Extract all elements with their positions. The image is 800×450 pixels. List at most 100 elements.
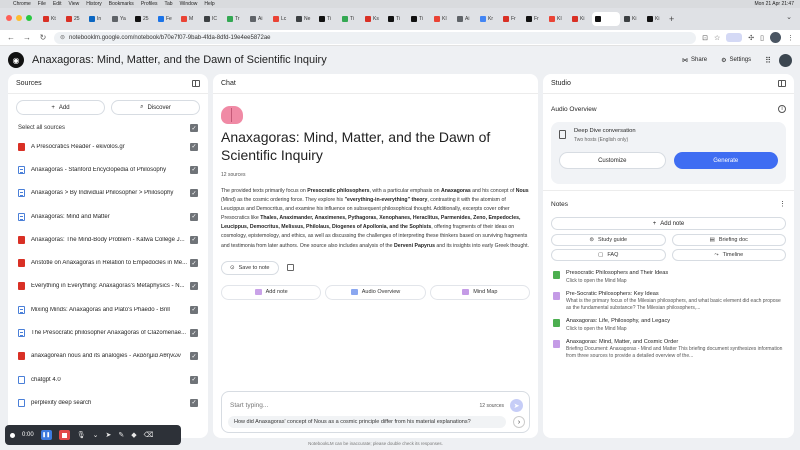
collapse-studio-icon[interactable] [778, 80, 786, 87]
browser-tab[interactable]: KI [546, 12, 568, 26]
tab-search-chevron-icon[interactable]: ⌄ [786, 13, 792, 21]
browser-tab[interactable]: In [86, 12, 108, 26]
browser-profile-avatar[interactable] [770, 32, 781, 43]
discover-sources-button[interactable]: ⌕ Discover [111, 100, 200, 115]
generate-button[interactable]: Generate [673, 152, 778, 169]
source-list-item[interactable]: Anaxagoras - Stanford Encyclopedia of Ph… [8, 158, 208, 181]
browser-tab[interactable]: Kt [40, 12, 62, 26]
add-note-chip[interactable]: Add note [221, 284, 322, 300]
menu-history[interactable]: History [86, 1, 102, 7]
copy-icon[interactable] [286, 264, 294, 272]
browser-tab[interactable]: Ki [644, 12, 666, 26]
browser-tab[interactable]: Ai [247, 12, 269, 26]
source-checkbox[interactable]: ✓ [190, 329, 198, 338]
mind-map-chip[interactable]: Mind Map [429, 284, 530, 300]
select-all-checkbox[interactable]: ✓ [190, 124, 198, 132]
menubar-clock[interactable]: Mon 21 Apr 21:47 [755, 1, 794, 7]
notebook-title[interactable]: Anaxagoras: Mind, Matter, and the Dawn o… [32, 54, 327, 66]
stop-recording-button[interactable] [58, 430, 70, 440]
source-list-item[interactable]: A Presocratics Reader - ekivolos.gr ✓ [8, 135, 208, 158]
extensions-puzzle-icon[interactable]: ✣ [748, 34, 754, 42]
address-bar[interactable]: ⊜ notebooklm.google.com/notebook/b70e7f0… [54, 31, 697, 44]
browser-tab[interactable]: Fr [523, 12, 545, 26]
browser-tab[interactable]: Ya [109, 12, 131, 26]
note-item[interactable]: Pre-Socratic Philosophers: Key Ideas What… [543, 288, 794, 316]
suggested-question[interactable]: How did Anaxagoras' concept of Nous as a… [228, 416, 506, 428]
customize-button[interactable]: Customize [559, 152, 666, 169]
zoom-window-button[interactable] [26, 15, 32, 21]
browser-tab[interactable]: 25 [132, 12, 154, 26]
add-source-button[interactable]: + Add [16, 100, 105, 115]
study-guide-button[interactable]: ⊜ Study guide [551, 234, 666, 246]
chevron-down-icon[interactable]: ⌄ [93, 431, 99, 439]
next-suggestion-icon[interactable]: › [513, 416, 525, 428]
minimize-window-button[interactable] [16, 15, 22, 21]
more-options-icon[interactable]: ⋮ [779, 200, 786, 208]
back-arrow-icon[interactable]: ← [6, 33, 16, 42]
menu-file[interactable]: File [38, 1, 46, 7]
save-to-note-button[interactable]: ⊙ Save to note [221, 260, 279, 275]
source-checkbox[interactable]: ✓ [190, 259, 198, 268]
source-checkbox[interactable]: ✓ [190, 235, 198, 244]
add-note-button[interactable]: + Add note [551, 217, 786, 230]
timeline-button[interactable]: ⤳ Timeline [671, 249, 786, 261]
reload-icon[interactable]: ↻ [38, 33, 48, 42]
browser-tab[interactable]: Tr [224, 12, 246, 26]
browser-tab[interactable]: Ti [385, 12, 407, 26]
source-list-item[interactable]: Anaxagoras: The Mind-Body Problem - Katw… [8, 228, 208, 251]
source-list-item[interactable]: Mixing Minds: Anaxagoras and Plato's Pha… [8, 298, 208, 321]
source-checkbox[interactable]: ✓ [190, 142, 198, 151]
browser-tab[interactable]: Ki [569, 12, 591, 26]
note-item[interactable]: Anaxagoras: Life, Philosophy, and Legacy… [543, 315, 794, 336]
faq-button[interactable]: ▢ FAQ [551, 249, 666, 261]
browser-tab[interactable]: Ki [621, 12, 643, 26]
source-checkbox[interactable]: ✓ [190, 165, 198, 174]
source-list-item[interactable]: The Presocratic philosopher Anaxagoras o… [8, 321, 208, 344]
site-info-icon[interactable]: ⊜ [60, 34, 65, 41]
source-list-item[interactable]: Everything in Everything: Anaxagoras's M… [8, 275, 208, 298]
collapse-panel-icon[interactable] [192, 80, 200, 87]
briefing-doc-button[interactable]: ▤ Briefing doc [671, 234, 786, 246]
new-tab-icon[interactable]: + [669, 14, 674, 24]
menu-view[interactable]: View [68, 1, 79, 7]
menu-chrome[interactable]: Chrome [13, 1, 31, 7]
browser-tab[interactable]: Ti [339, 12, 361, 26]
pause-recording-button[interactable]: ❚❚ [40, 430, 52, 440]
menu-tab[interactable]: Tab [165, 1, 173, 7]
source-checkbox[interactable]: ✓ [190, 189, 198, 198]
chat-input[interactable]: Start typing... [230, 402, 268, 409]
browser-tab[interactable]: IC [201, 12, 223, 26]
microphone-icon[interactable]: 🎙 [77, 431, 86, 439]
browser-tab[interactable]: Ks [362, 12, 384, 26]
browser-tab[interactable]: KI [431, 12, 453, 26]
source-checkbox[interactable]: ✓ [190, 305, 198, 314]
source-list-item[interactable]: perplexity deep search ✓ [8, 391, 208, 414]
avatar[interactable] [779, 53, 792, 67]
apps-grid-icon[interactable]: ⠿ [765, 56, 771, 65]
share-button[interactable]: ⋈ Share [682, 57, 707, 64]
settings-button[interactable]: ⚙ Settings [721, 57, 751, 64]
source-checkbox[interactable]: ✓ [190, 398, 198, 407]
browser-tab[interactable]: Fe [155, 12, 177, 26]
menu-profiles[interactable]: Profiles [141, 1, 158, 7]
info-icon[interactable]: i [778, 105, 786, 113]
source-list-item[interactable]: chatgpt 4.0 ✓ [8, 368, 208, 391]
source-checkbox[interactable]: ✓ [190, 282, 198, 291]
browser-tab[interactable]: 25 [63, 12, 85, 26]
source-list-item[interactable]: Aristotle on Anaxagoras in Relation to E… [8, 251, 208, 274]
source-list-item[interactable]: Anaxagoras: Mind and Matter ✓ [8, 205, 208, 228]
browser-tab[interactable]: Kr [477, 12, 499, 26]
browser-tab[interactable]: Ti [316, 12, 338, 26]
bookmark-star-icon[interactable]: ☆ [714, 34, 720, 42]
source-list-item[interactable]: anaxagorean nous and its analogies - Ακα… [8, 345, 208, 368]
source-checkbox[interactable]: ✓ [190, 212, 198, 221]
highlighter-icon[interactable]: ◆ [131, 431, 136, 439]
note-item[interactable]: Presocratic Philosophers and Their Ideas… [543, 267, 794, 288]
pen-icon[interactable]: ✎ [118, 431, 124, 439]
browser-tab[interactable]: Fr [500, 12, 522, 26]
menu-window[interactable]: Window [180, 1, 198, 7]
audio-overview-chip[interactable]: Audio Overview [325, 284, 426, 300]
browser-tab[interactable]: Ai [454, 12, 476, 26]
forward-arrow-icon[interactable]: → [22, 33, 32, 42]
side-panel-icon[interactable]: ▯ [760, 34, 764, 42]
